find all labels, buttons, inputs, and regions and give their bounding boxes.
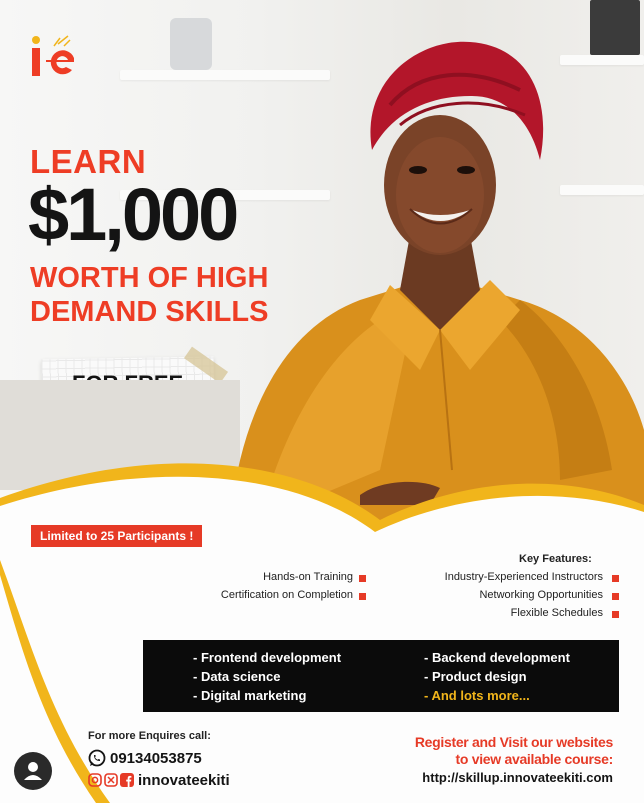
register-cta: Register and Visit our websites to view … <box>415 734 613 768</box>
feature-item: Hands-on Training <box>263 571 353 583</box>
limited-badge: Limited to 25 Participants ! <box>31 525 203 547</box>
feature-item: Flexible Schedules <box>510 607 603 619</box>
course-item-more: - And lots more... <box>424 688 530 703</box>
cta-line: Register and Visit our websites <box>414 734 613 750</box>
facebook-icon[interactable] <box>120 773 134 787</box>
course-item: - Product design <box>424 669 527 684</box>
course-item: - Backend development <box>424 650 570 665</box>
cta-line: to view available course: <box>455 751 614 767</box>
user-icon <box>24 762 42 780</box>
bullet-square-icon <box>359 575 366 582</box>
website-link[interactable]: http://skillup.innovateekiti.com <box>422 770 613 785</box>
feature-item: Networking Opportunities <box>479 589 603 601</box>
social-handle[interactable]: innovateekiti <box>138 772 230 789</box>
x-icon[interactable] <box>104 773 118 787</box>
bullet-square-icon <box>612 575 619 582</box>
course-item: - Digital marketing <box>193 688 307 703</box>
instagram-icon[interactable] <box>88 773 102 787</box>
key-features-title: Key Features: <box>519 553 592 565</box>
feature-item: Industry-Experienced Instructors <box>444 571 603 583</box>
phone-number[interactable]: 09134053875 <box>110 750 202 767</box>
whatsapp-icon <box>88 749 106 767</box>
feature-item: Certification on Completion <box>220 589 353 601</box>
enquiries-label: For more Enquires call: <box>88 730 211 742</box>
bullet-square-icon <box>612 611 619 618</box>
course-item: - Frontend development <box>193 650 342 665</box>
bullet-square-icon <box>612 593 619 600</box>
bullet-square-icon <box>359 593 366 600</box>
courses-box: - Frontend development - Data science - … <box>143 640 619 712</box>
flyer: LEARN $1,000 WORTH OF HIGH DEMAND SKILLS… <box>0 0 644 803</box>
profile-avatar-button[interactable] <box>14 752 52 790</box>
course-item: - Data science <box>193 669 281 684</box>
